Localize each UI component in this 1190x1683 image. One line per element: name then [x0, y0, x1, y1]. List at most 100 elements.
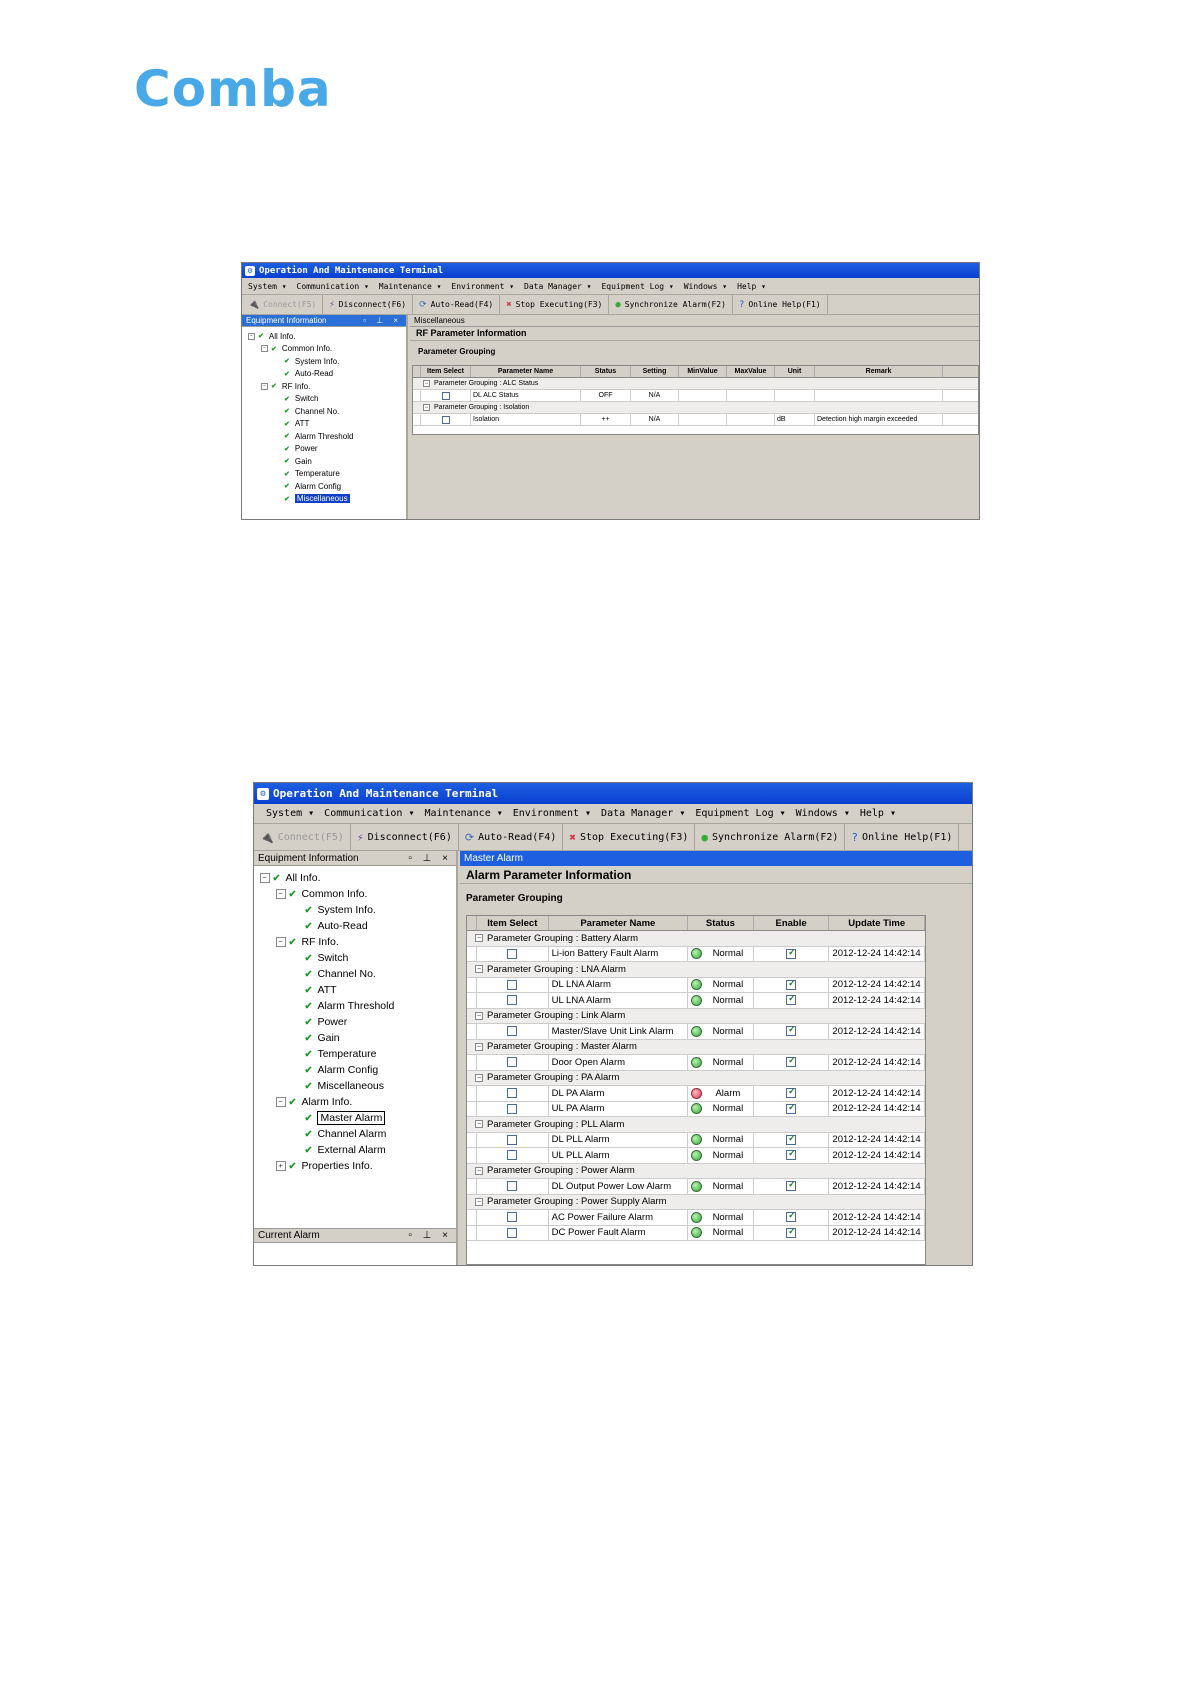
menu-item-help[interactable]: Help ▾ [860, 808, 896, 819]
item-select-checkbox[interactable] [507, 1181, 518, 1192]
group-row[interactable]: − Parameter Grouping : PLL Alarm [467, 1117, 925, 1133]
enable-checkbox[interactable] [786, 978, 797, 990]
tree-node-att[interactable]: ✔ ATT [274, 418, 309, 431]
column-header-updatetime[interactable]: Update Time [829, 916, 925, 930]
menu-item-environment[interactable]: Environment ▾ [513, 808, 591, 819]
expand-toggle-icon[interactable]: − [261, 345, 268, 353]
toolbar-button-stopexecuting[interactable]: ✖ Stop Executing(F3) [563, 823, 696, 851]
item-select-checkbox[interactable] [441, 415, 450, 424]
collapse-toggle-icon[interactable]: − [475, 1011, 483, 1020]
menu-item-communication[interactable]: Communication ▾ [297, 282, 369, 291]
item-select-checkbox[interactable] [507, 1026, 518, 1037]
collapse-toggle-icon[interactable]: − [423, 380, 430, 387]
tree-node-commoninfo[interactable]: − ✔ Common Info. [276, 886, 367, 902]
menu-item-datamanager[interactable]: Data Manager ▾ [601, 808, 685, 819]
toolbar-button-autoread[interactable]: ⟳ Auto-Read(F4) [413, 294, 501, 315]
expand-toggle-icon[interactable]: − [261, 382, 268, 390]
toolbar-button-synchronizealarm[interactable]: ● Synchronize Alarm(F2) [695, 823, 846, 851]
column-header-remark[interactable]: Remark [815, 366, 943, 377]
tree-node-commoninfo[interactable]: − ✔ Common Info. [261, 343, 332, 356]
enable-checkbox[interactable] [786, 1179, 797, 1192]
enable-checkbox[interactable] [786, 1226, 797, 1238]
menu-item-system[interactable]: System ▾ [266, 808, 314, 819]
group-row[interactable]: − Parameter Grouping : Battery Alarm [467, 931, 925, 947]
table-row[interactable]: AC Power Failure Alarm Normal 2012-12-24 1… [467, 1210, 925, 1226]
column-header-minvalue[interactable]: MinValue [679, 366, 727, 377]
expand-toggle-icon[interactable]: − [276, 889, 286, 899]
group-row[interactable]: − Parameter Grouping : PA Alarm [467, 1070, 925, 1086]
enable-checkbox[interactable] [786, 993, 797, 1006]
tree-node-gain[interactable]: ✔ Gain [274, 455, 312, 468]
item-select-checkbox[interactable] [507, 1212, 518, 1223]
tree-node-channelalarm[interactable]: ✔ Channel Alarm [292, 1126, 387, 1142]
enable-checkbox[interactable] [786, 1024, 797, 1037]
tree-node-externalalarm[interactable]: ✔ External Alarm [292, 1142, 386, 1158]
toolbar-button-autoread[interactable]: ⟳ Auto-Read(F4) [459, 823, 564, 851]
expand-toggle-icon[interactable]: − [248, 332, 255, 340]
toolbar-button-onlinehelp[interactable]: ? Online Help(F1) [733, 294, 828, 315]
menu-item-system[interactable]: System ▾ [248, 282, 287, 291]
column-header-enable[interactable]: Enable [754, 916, 830, 930]
item-select-checkbox[interactable] [507, 948, 518, 959]
menu-item-equipmentlog[interactable]: Equipment Log ▾ [601, 282, 673, 291]
tree-node-systeminfo[interactable]: ✔ System Info. [292, 902, 376, 918]
item-select-checkbox[interactable] [507, 979, 518, 990]
table-row[interactable]: DL ALC Status OFF N/A [413, 390, 978, 402]
menu-item-windows[interactable]: Windows ▾ [684, 282, 727, 291]
group-row[interactable]: − Parameter Grouping : Power Alarm [467, 1163, 925, 1179]
tab-miscellaneous[interactable]: Miscellaneous [410, 315, 979, 327]
tree-node-att[interactable]: ✔ ATT [292, 982, 337, 998]
table-row[interactable]: DC Power Fault Alarm Normal 2012-12-24 14:… [467, 1225, 925, 1241]
tab-master-alarm[interactable]: Master Alarm [460, 851, 972, 866]
tree-node-alarmconfig[interactable]: ✔ Alarm Config [274, 480, 341, 493]
tree-node-power[interactable]: ✔ Power [292, 1014, 348, 1030]
menu-item-equipmentlog[interactable]: Equipment Log ▾ [695, 808, 785, 819]
table-row[interactable]: DL PLL Alarm Normal 2012-12-24 14:42:14 [467, 1132, 925, 1148]
menu-item-environment[interactable]: Environment ▾ [451, 282, 514, 291]
tree-node-rfinfo[interactable]: − ✔ RF Info. [276, 934, 339, 950]
group-row[interactable]: − Parameter Grouping : Master Alarm [467, 1039, 925, 1055]
menu-item-communication[interactable]: Communication ▾ [324, 808, 414, 819]
parameter-grouping-header[interactable]: Parameter Grouping [410, 344, 503, 359]
enable-checkbox[interactable] [786, 1148, 797, 1161]
column-header-unit[interactable]: Unit [775, 366, 815, 377]
tree-node-miscellaneous[interactable]: ✔ Miscellaneous [274, 493, 350, 506]
item-select-checkbox[interactable] [507, 1150, 518, 1161]
toolbar-button-disconnect[interactable]: ⚡ Disconnect(F6) [323, 294, 414, 315]
group-row[interactable]: − Parameter Grouping : Power Supply Alarm [467, 1194, 925, 1210]
table-row[interactable]: Isolation ++ N/A dB Detection high margin ex… [413, 414, 978, 426]
menu-item-help[interactable]: Help ▾ [737, 282, 766, 291]
collapse-toggle-icon[interactable]: − [475, 1197, 483, 1206]
toolbar-button-stopexecuting[interactable]: ✖ Stop Executing(F3) [500, 294, 610, 315]
table-row[interactable]: Li-ion Battery Fault Alarm Normal 2012-12-… [467, 946, 925, 962]
group-row[interactable]: − Parameter Grouping : Isolation [413, 402, 978, 414]
expand-toggle-icon[interactable]: + [276, 1161, 286, 1171]
group-row[interactable]: − Parameter Grouping : Link Alarm [467, 1008, 925, 1024]
tree-node-power[interactable]: ✔ Power [274, 443, 318, 456]
parameter-grouping-header[interactable]: Parameter Grouping [460, 890, 571, 907]
tree-node-alarminfo[interactable]: − ✔ Alarm Info. [276, 1094, 352, 1110]
tree-node-propertiesinfo[interactable]: + ✔ Properties Info. [276, 1158, 373, 1174]
column-header-setting[interactable]: Setting [631, 366, 679, 377]
toolbar-button-onlinehelp[interactable]: ? Online Help(F1) [845, 823, 960, 851]
expand-toggle-icon[interactable]: − [276, 937, 286, 947]
item-select-checkbox[interactable] [507, 1088, 518, 1099]
table-row[interactable]: DL PA Alarm Alarm 2012-12-24 14:42:14 [467, 1086, 925, 1102]
tree-node-switch[interactable]: ✔ Switch [274, 393, 318, 406]
table-row[interactable]: DL Output Power Low Alarm Normal 2012-12-2… [467, 1179, 925, 1195]
tree-node-alarmthreshold[interactable]: ✔ Alarm Threshold [274, 430, 353, 443]
item-select-checkbox[interactable] [507, 1227, 518, 1238]
column-header-itemselect[interactable]: Item Select [477, 916, 549, 930]
table-row[interactable]: UL PA Alarm Normal 2012-12-24 14:42:14 [467, 1101, 925, 1117]
menu-item-maintenance[interactable]: Maintenance ▾ [424, 808, 502, 819]
menu-item-windows[interactable]: Windows ▾ [796, 808, 850, 819]
tree-node-allinfo[interactable]: − ✔ All Info. [260, 870, 321, 886]
table-row[interactable]: Master/Slave Unit Link Alarm Normal 2012-1… [467, 1024, 925, 1040]
tree-node-autoread[interactable]: ✔ Auto-Read [274, 368, 333, 381]
tree-node-gain[interactable]: ✔ Gain [292, 1030, 340, 1046]
pane-buttons[interactable]: ▫ ⊥ × [408, 853, 452, 864]
expand-toggle-icon[interactable]: − [276, 1097, 286, 1107]
tree-node-systeminfo[interactable]: ✔ System Info. [274, 355, 339, 368]
tree-node-channelno[interactable]: ✔ Channel No. [274, 405, 339, 418]
enable-checkbox[interactable] [786, 1086, 797, 1099]
